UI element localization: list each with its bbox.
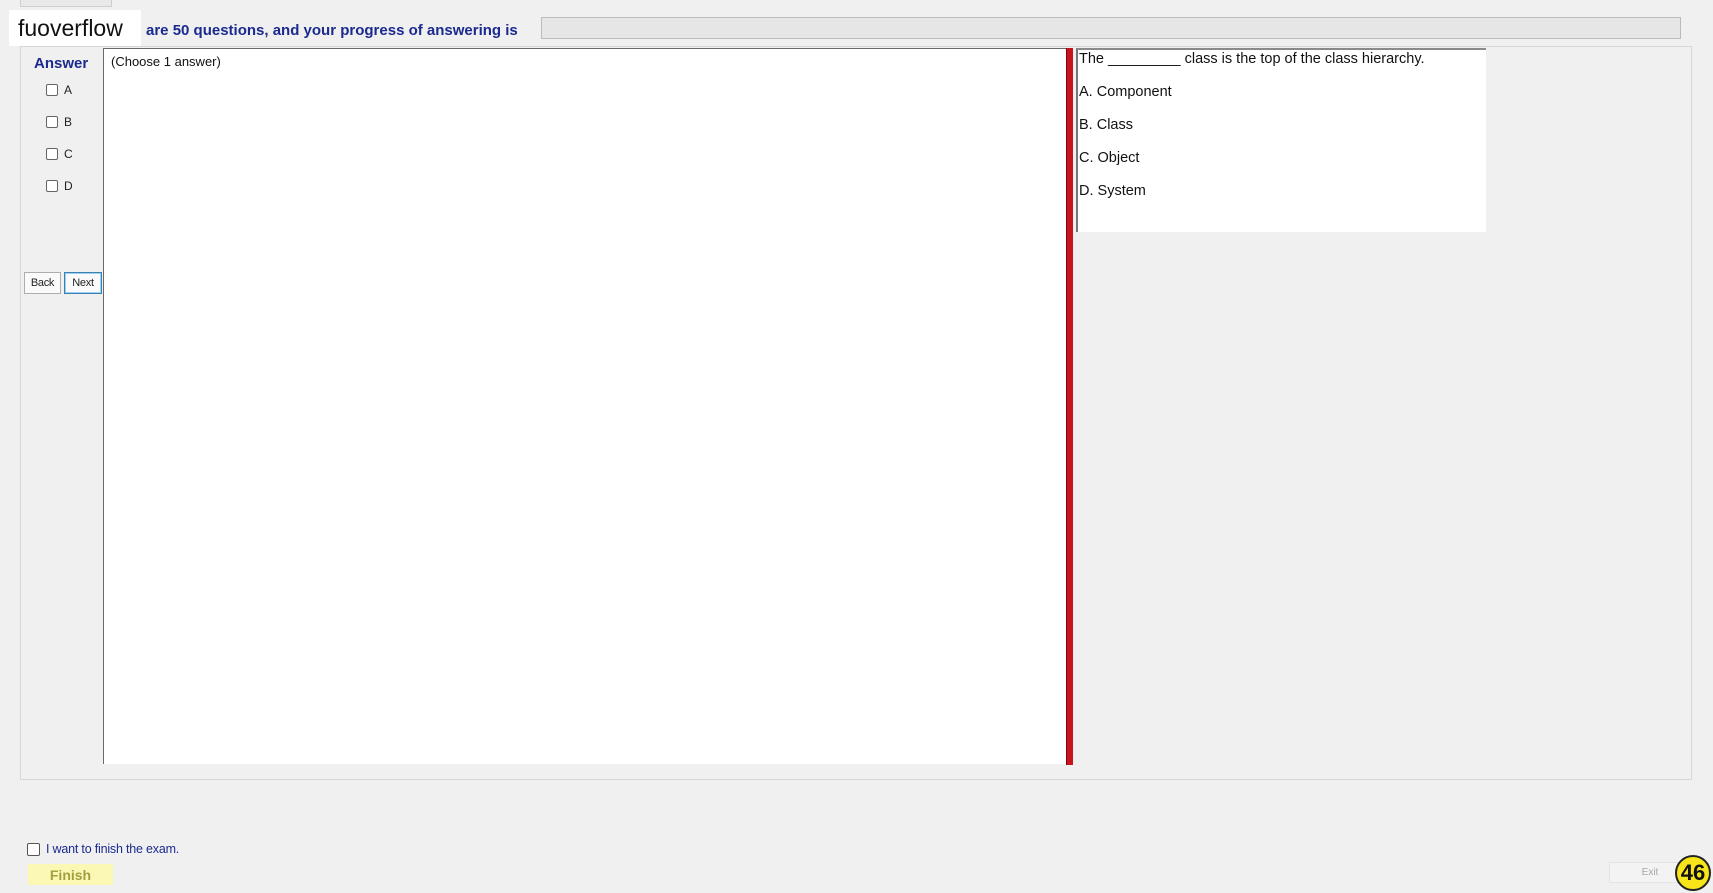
answer-choice-d[interactable]: D [46, 178, 73, 194]
question-text: The _________ class is the top of the cl… [1079, 51, 1425, 67]
answer-choice-c[interactable]: C [46, 146, 73, 162]
choice-label: C [64, 147, 73, 161]
instructions-text: (Choose 1 answer) [111, 54, 221, 69]
question-option: D. System [1079, 183, 1146, 199]
checkbox[interactable] [46, 180, 58, 192]
checkbox[interactable] [46, 148, 58, 160]
question-option: B. Class [1079, 117, 1133, 133]
question-area [1076, 48, 1486, 232]
next-button[interactable]: Next [64, 272, 102, 294]
page-number-badge: 46 [1675, 855, 1711, 891]
progress-bar [541, 17, 1681, 39]
choice-label: D [64, 179, 73, 193]
answer-title: Answer [34, 55, 89, 72]
choice-label: A [64, 83, 73, 97]
answer-choice-a[interactable]: A [46, 82, 72, 98]
checkbox[interactable] [46, 84, 58, 96]
pane-splitter[interactable] [1066, 48, 1073, 765]
checkbox[interactable] [46, 116, 58, 128]
choice-label: B [64, 115, 73, 129]
progress-text: are 50 questions, and your progress of a… [146, 22, 518, 39]
back-button[interactable]: Back [24, 272, 61, 294]
question-option: A. Component [1079, 84, 1172, 100]
finish-confirm-checkbox[interactable] [27, 842, 40, 856]
finish-confirm[interactable]: I want to finish the exam. [27, 842, 179, 856]
answer-pane [103, 48, 1068, 764]
answer-choice-b[interactable]: B [46, 114, 72, 130]
question-option: C. Object [1079, 150, 1140, 166]
logo: fuoverflow [9, 10, 141, 46]
finish-confirm-label: I want to finish the exam. [46, 842, 180, 856]
window-tab [20, 0, 112, 7]
finish-button[interactable]: Finish [28, 864, 113, 885]
